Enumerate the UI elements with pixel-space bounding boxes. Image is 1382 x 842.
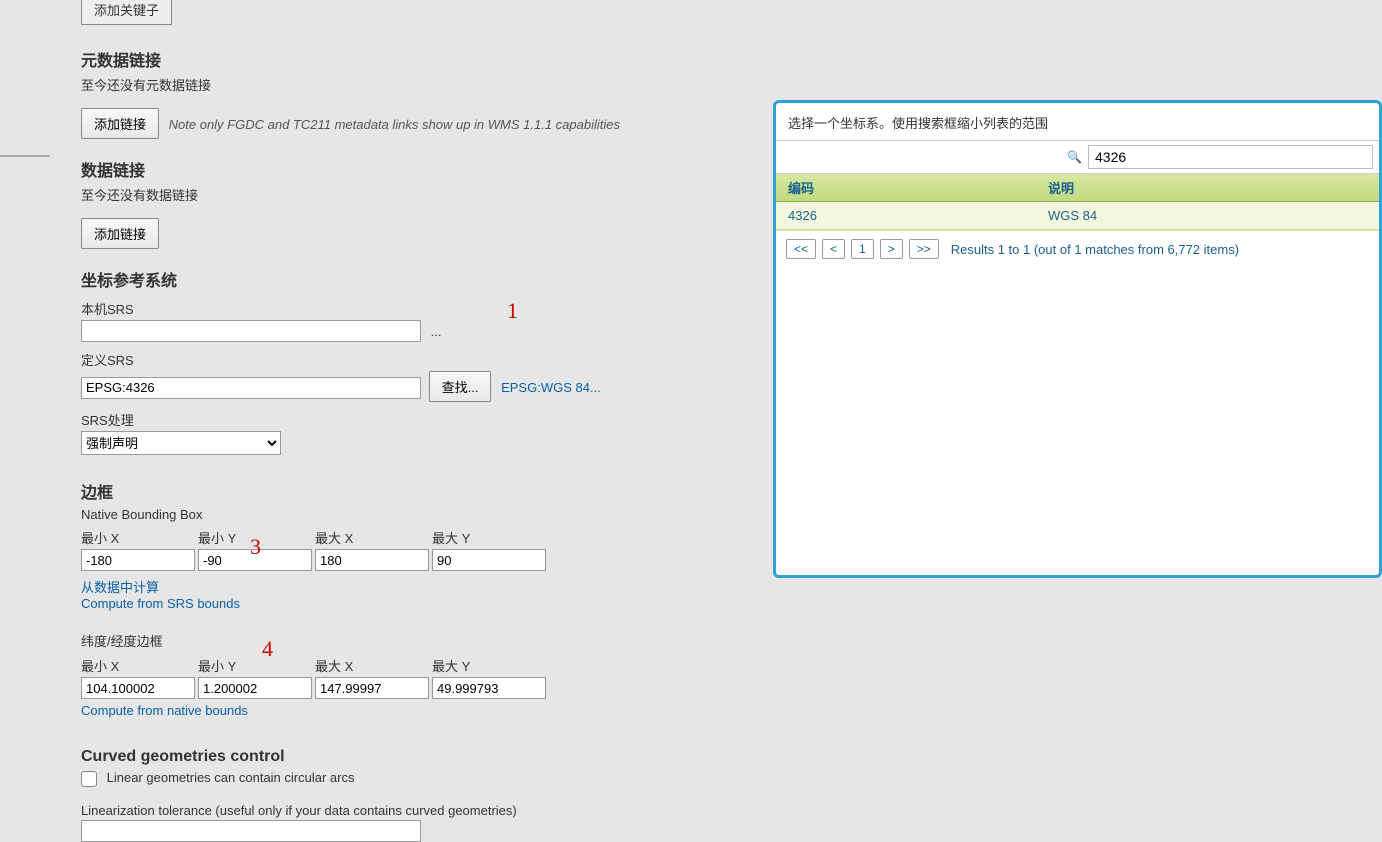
add-data-link-button[interactable]: 添加链接: [81, 218, 159, 249]
col-maxy-2: 最大 Y: [432, 654, 549, 677]
pager-page-button[interactable]: 1: [851, 239, 874, 259]
table-row[interactable]: 4326 WGS 84: [776, 202, 1379, 230]
latlon-miny-input[interactable]: [198, 677, 312, 699]
find-srs-button[interactable]: 查找...: [429, 371, 492, 402]
srs-chooser-popup: 选择一个坐标系。使用搜索框缩小列表的范围 🔍 编码 说明 4326 WGS 84…: [773, 100, 1382, 578]
metadata-links-heading: 元数据链接: [81, 47, 1382, 71]
compute-from-srs-link[interactable]: Compute from SRS bounds: [81, 596, 240, 611]
add-metadata-link-button[interactable]: 添加链接: [81, 108, 159, 139]
col-minx: 最小 X: [81, 526, 198, 549]
srs-handling-select[interactable]: 强制声明: [81, 431, 281, 455]
native-maxy-input[interactable]: [432, 549, 546, 571]
compute-from-data-link[interactable]: 从数据中计算: [81, 580, 159, 595]
latlon-maxx-input[interactable]: [315, 677, 429, 699]
add-keyword-button-cut[interactable]: 添加关键子: [81, 0, 172, 25]
latlon-bbox-row: 最小 X 最小 Y 最大 X 最大 Y: [81, 654, 1382, 699]
search-icon: 🔍: [1067, 150, 1082, 164]
popup-table-header: 编码 说明: [776, 174, 1379, 202]
native-maxx-input[interactable]: [315, 549, 429, 571]
native-minx-input[interactable]: [81, 549, 195, 571]
popup-pager: << < 1 > >> Results 1 to 1 (out of 1 mat…: [776, 230, 1379, 267]
popup-searchbar: 🔍: [776, 140, 1379, 174]
th-code: 编码: [788, 178, 1048, 197]
linear-circular-checkbox[interactable]: [81, 771, 97, 787]
col-maxx: 最大 X: [315, 526, 432, 549]
native-srs-input[interactable]: [81, 320, 421, 342]
compute-from-native-link[interactable]: Compute from native bounds: [81, 703, 248, 718]
native-miny-input[interactable]: [198, 549, 312, 571]
col-maxy: 最大 Y: [432, 526, 549, 549]
native-srs-ellipsis[interactable]: ...: [431, 324, 442, 339]
srs-description-link[interactable]: EPSG:WGS 84...: [501, 380, 601, 395]
latlon-maxy-input[interactable]: [432, 677, 546, 699]
pager-prev-button[interactable]: <: [822, 239, 845, 259]
row-desc: WGS 84: [1048, 208, 1097, 223]
left-nav-fragment: [0, 0, 50, 160]
metadata-links-note: Note only FGDC and TC211 metadata links …: [169, 117, 620, 132]
curved-heading: Curved geometries control: [81, 748, 1382, 766]
latlon-bbox-label: 纬度/经度边框: [81, 631, 1382, 650]
popup-instruction: 选择一个坐标系。使用搜索框缩小列表的范围: [776, 103, 1379, 140]
pager-next-button[interactable]: >: [880, 239, 903, 259]
pager-last-button[interactable]: >>: [909, 239, 939, 259]
latlon-minx-input[interactable]: [81, 677, 195, 699]
linearization-tolerance-label: Linearization tolerance (useful only if …: [81, 803, 1382, 818]
linearization-tolerance-input[interactable]: [81, 820, 421, 842]
defined-srs-input[interactable]: [81, 377, 421, 399]
col-miny: 最小 Y: [198, 526, 315, 549]
col-minx-2: 最小 X: [81, 654, 198, 677]
pager-first-button[interactable]: <<: [786, 239, 816, 259]
col-miny-2: 最小 Y: [198, 654, 315, 677]
metadata-links-empty-text: 至今还没有元数据链接: [81, 75, 1382, 94]
row-code: 4326: [788, 208, 1048, 223]
pager-summary: Results 1 to 1 (out of 1 matches from 6,…: [951, 242, 1239, 257]
col-maxx-2: 最大 X: [315, 654, 432, 677]
crs-search-input[interactable]: [1088, 145, 1373, 169]
th-desc: 说明: [1048, 178, 1074, 197]
